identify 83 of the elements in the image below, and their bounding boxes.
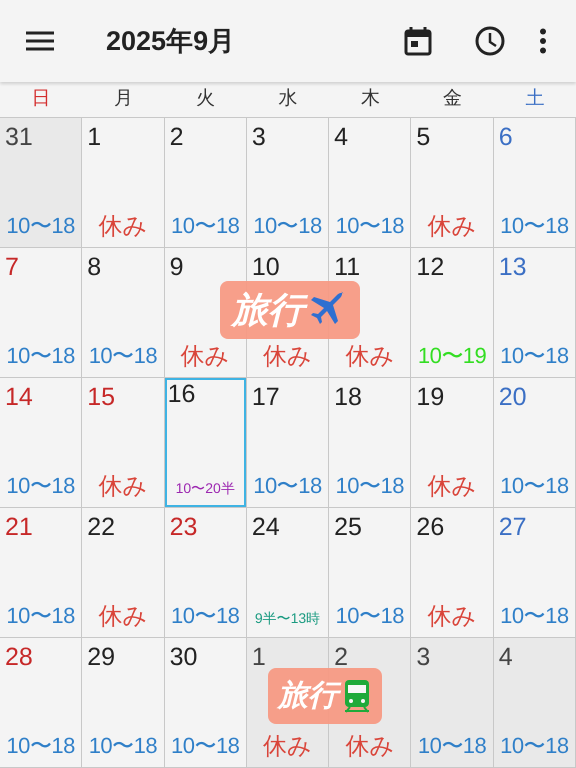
- schedule-text: 10〜18: [6, 605, 75, 627]
- schedule-text: 10〜18: [253, 215, 322, 237]
- day-number: 11: [334, 255, 360, 280]
- day-number: 9: [170, 255, 184, 280]
- day-number: 24: [252, 515, 280, 540]
- schedule-text: 10〜18: [6, 735, 75, 757]
- schedule-text: 10〜19: [418, 345, 486, 367]
- schedule-text: 10〜18: [6, 345, 75, 367]
- day-number: 5: [416, 125, 430, 150]
- day-number: 1: [252, 645, 266, 670]
- schedule-text: 9半〜13時: [254, 611, 320, 625]
- clock-icon: [475, 26, 505, 56]
- weekday-label: 水: [278, 87, 298, 112]
- schedule-text: 10〜18: [500, 605, 569, 627]
- schedule-text: 10〜18: [6, 215, 75, 237]
- weekday-label: 日: [32, 87, 51, 112]
- day-number: 18: [334, 385, 362, 410]
- weekday-label: 木: [360, 87, 380, 112]
- schedule-text: 10〜18: [500, 735, 569, 757]
- day-number: 15: [87, 385, 116, 410]
- weekday-label: 土: [525, 87, 544, 112]
- schedule-text: 10〜18: [253, 475, 322, 497]
- day-number: 6: [498, 125, 513, 150]
- day-number: 3: [416, 645, 430, 670]
- schedule-text: 休み: [180, 345, 230, 369]
- day-number: 4: [334, 125, 348, 150]
- schedule-text: 10〜18: [418, 735, 486, 757]
- schedule-text: 休み: [98, 605, 148, 629]
- day-number: 17: [252, 385, 280, 410]
- weekday-label: 火: [196, 87, 216, 112]
- day-number: 23: [170, 515, 198, 540]
- day-number: 2: [170, 125, 184, 150]
- day-number: 10: [252, 255, 280, 280]
- schedule-text: 休み: [98, 215, 148, 239]
- weekday-label: 月: [114, 87, 133, 112]
- day-number: 21: [5, 515, 33, 540]
- train-icon: [342, 678, 372, 714]
- schedule-text: 10〜18: [170, 605, 240, 627]
- schedule-text: 10〜18: [88, 345, 158, 367]
- schedule-text: 10〜18: [6, 475, 75, 497]
- day-number: 13: [498, 255, 527, 280]
- weekday-label: 金: [443, 87, 462, 112]
- schedule-text: 休み: [428, 605, 477, 629]
- calendar-icon: [404, 26, 432, 56]
- day-number: 26: [416, 515, 444, 540]
- schedule-text: 休み: [98, 475, 148, 499]
- day-number: 30: [170, 645, 198, 670]
- day-number: 22: [87, 515, 116, 540]
- schedule-text: 10〜18: [170, 735, 240, 757]
- day-number: 25: [334, 515, 362, 540]
- day-number: 31: [5, 125, 33, 150]
- schedule-text: 10〜20半: [176, 481, 235, 495]
- day-number: 28: [5, 645, 33, 670]
- day-number: 16: [168, 382, 196, 407]
- day-number: 1: [87, 125, 102, 150]
- day-number: 4: [498, 645, 513, 670]
- schedule-text: 10〜18: [336, 215, 404, 237]
- day-number: 14: [5, 385, 33, 410]
- more-icon: [539, 28, 547, 54]
- schedule-text: 休み: [428, 215, 477, 239]
- schedule-text: 休み: [262, 345, 312, 369]
- schedule-text: 10〜18: [500, 215, 569, 237]
- schedule-text: 10〜18: [336, 605, 404, 627]
- schedule-text: 10〜18: [88, 735, 158, 757]
- day-number: 27: [498, 515, 527, 540]
- day-number: 2: [334, 645, 348, 670]
- day-number: 19: [416, 385, 444, 410]
- month-title: 2025年9月: [106, 24, 236, 58]
- day-number: 20: [498, 385, 527, 410]
- schedule-text: 休み: [428, 475, 477, 499]
- schedule-text: 休み: [262, 735, 312, 759]
- schedule-text: 10〜18: [500, 345, 569, 367]
- schedule-text: 休み: [345, 735, 394, 759]
- schedule-text: 10〜18: [170, 215, 240, 237]
- menu-icon: [26, 31, 54, 51]
- schedule-text: 10〜18: [336, 475, 404, 497]
- day-number: 29: [87, 645, 116, 670]
- day-number: 7: [5, 255, 19, 280]
- day-number: 12: [416, 255, 444, 280]
- schedule-text: 休み: [345, 345, 394, 369]
- day-number: 3: [252, 125, 266, 150]
- schedule-text: 10〜18: [500, 475, 569, 497]
- day-number: 8: [87, 255, 102, 280]
